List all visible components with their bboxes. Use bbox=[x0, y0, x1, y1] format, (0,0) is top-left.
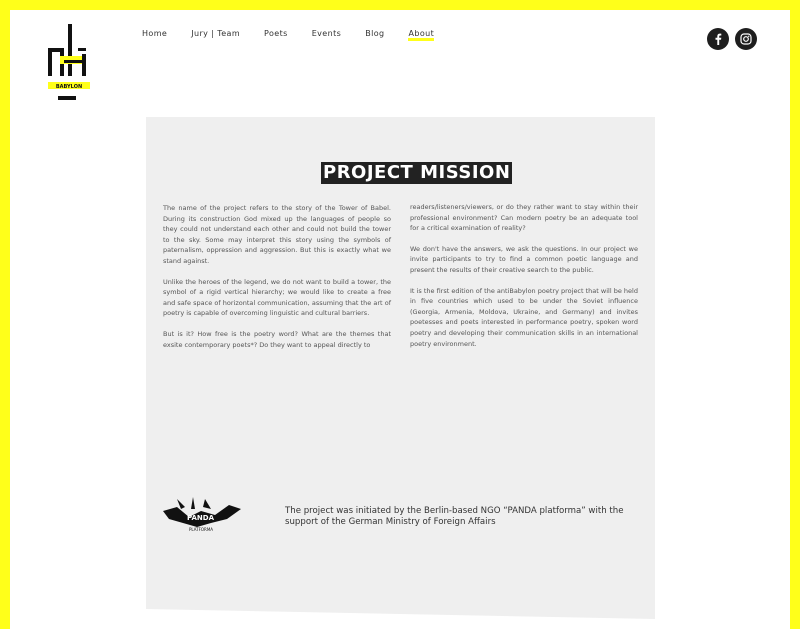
mission-paragraph: It is the first edition of the antiBabyl… bbox=[410, 286, 638, 348]
social-links bbox=[707, 28, 757, 50]
facebook-icon[interactable] bbox=[707, 28, 729, 50]
mission-column-right: readers/listeners/viewers, or do they ra… bbox=[410, 202, 638, 359]
mission-column-left: The name of the project refers to the st… bbox=[163, 203, 391, 360]
panda-logo-sub: PLATFORMA bbox=[189, 527, 213, 532]
panda-platforma-logo[interactable]: PANDA PLATFORMA bbox=[163, 495, 243, 537]
main-nav: Home Jury | Team Poets Events Blog About bbox=[142, 29, 458, 41]
logo-subtitle: BABYLON bbox=[56, 84, 82, 90]
mission-paragraph: Unlike the heroes of the legend, we do n… bbox=[163, 277, 391, 318]
nav-events[interactable]: Events bbox=[312, 29, 342, 41]
mission-paragraph: The name of the project refers to the st… bbox=[163, 204, 391, 265]
panda-logo-text: PANDA bbox=[187, 514, 215, 522]
nav-jury-team[interactable]: Jury | Team bbox=[191, 29, 240, 41]
page: BABYLON Home Jury | Team Poets Events Bl… bbox=[10, 10, 790, 629]
mission-card: PROJECT MISSION The name of the project … bbox=[146, 117, 655, 619]
nav-home[interactable]: Home bbox=[142, 29, 167, 41]
nav-about[interactable]: About bbox=[408, 29, 434, 41]
mission-paragraph: readers/listeners/viewers, or do they ra… bbox=[410, 203, 638, 233]
initiative-text: The project was initiated by the Berlin-… bbox=[285, 506, 624, 527]
mission-paragraph: We don't have the answers, we ask the qu… bbox=[410, 244, 638, 274]
mission-title: PROJECT MISSION bbox=[321, 162, 513, 184]
mission-paragraph: But is it? How free is the poetry word? … bbox=[163, 329, 391, 349]
instagram-icon[interactable] bbox=[735, 28, 757, 50]
nav-blog[interactable]: Blog bbox=[365, 29, 384, 41]
antibabylon-logo[interactable]: BABYLON bbox=[44, 22, 92, 102]
nav-poets[interactable]: Poets bbox=[264, 29, 288, 41]
